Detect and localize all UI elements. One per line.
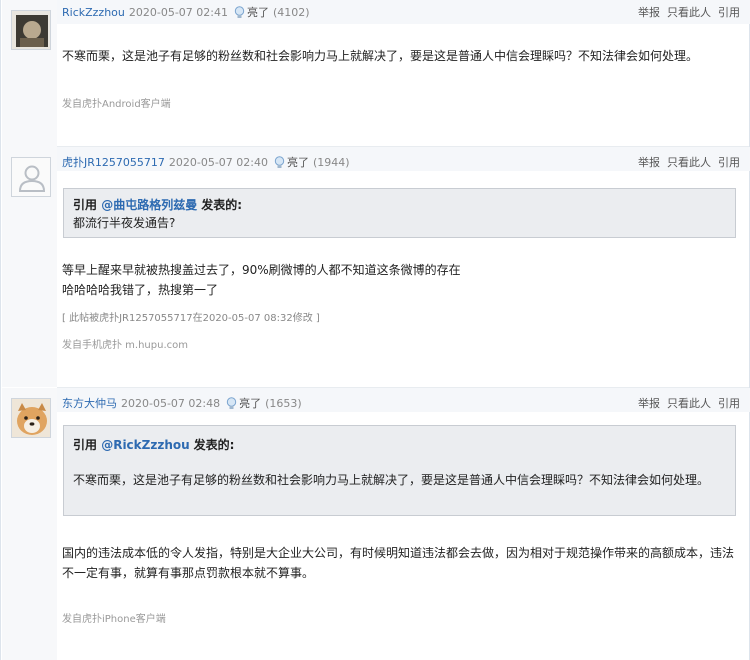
light-button[interactable]: 亮了 [234, 6, 269, 19]
username-link[interactable]: RickZzzhou [62, 6, 125, 19]
light-bulb-icon [226, 397, 237, 416]
avatar[interactable] [11, 157, 51, 197]
light-button[interactable]: 亮了 [274, 156, 309, 169]
quote-button[interactable]: 引用 [718, 397, 740, 410]
quoted-user-link[interactable]: @RickZzzhou [101, 438, 189, 452]
quote-suffix: 发表的: [201, 198, 243, 212]
post-actions: 举报 只看此人 引用 [631, 154, 740, 172]
client-source[interactable]: 发自手机虎扑 m.hupu.com [62, 336, 188, 351]
post-actions: 举报 只看此人 引用 [631, 395, 740, 413]
quote-text: 不寒而栗，这是池子有足够的粉丝数和社会影响力马上就解决了，要是这是普通人中信会理… [73, 473, 710, 487]
quote-block: 引用 @RickZzzhou 发表的: 不寒而栗，这是池子有足够的粉丝数和社会影响… [63, 425, 736, 516]
quote-prefix: 引用 [73, 198, 98, 212]
post-content: 国内的违法成本低的令人发指，特别是大企业大公司，有时候明知道违法都会去做，因为相… [62, 543, 738, 583]
quote-block: 引用 @曲屯路格列兹曼 发表的: 都流行半夜发通告? [63, 188, 736, 238]
avatar[interactable] [11, 398, 51, 438]
post-actions: 举报 只看此人 引用 [631, 4, 740, 22]
report-button[interactable]: 举报 [638, 156, 660, 169]
client-source[interactable]: 发自虎扑Android客户端 [62, 95, 171, 110]
quoted-user-link[interactable]: @曲屯路格列兹曼 [101, 198, 197, 212]
quote-suffix: 发表的: [193, 438, 235, 452]
avatar-image [12, 11, 50, 49]
quote-button[interactable]: 引用 [718, 156, 740, 169]
content-line: 哈哈哈哈我错了，热搜第一了 [62, 283, 219, 297]
light-bulb-icon [274, 156, 285, 175]
only-this-user-button[interactable]: 只看此人 [667, 156, 711, 169]
post-time: 2020-05-07 02:48 [121, 397, 221, 410]
light-count: (1653) [265, 397, 302, 410]
post-time: 2020-05-07 02:41 [128, 6, 228, 19]
light-label: 亮了 [287, 156, 309, 169]
content-line: 不一定有事，就算有事那点罚款根本就不算事。 [62, 566, 315, 580]
client-source[interactable]: 发自虎扑iPhone客户端 [62, 610, 166, 625]
only-this-user-button[interactable]: 只看此人 [667, 6, 711, 19]
reply-list: RickZzzhou 2020-05-07 02:41 亮了 (4102) 举报 只看此… [0, 0, 750, 660]
light-label: 亮了 [247, 6, 269, 19]
post-1: RickZzzhou 2020-05-07 02:41 亮了 (4102) 举报 只看此… [2, 0, 750, 148]
content-line: 等早上醒来早就被热搜盖过去了，90%刷微博的人都不知道这条微博的存在 [62, 263, 461, 277]
post-2: 虎扑JR1257055717 2020-05-07 02:40 亮了 (1944) 举… [2, 147, 750, 387]
post-meta: 东方大仲马 2020-05-07 02:48 亮了 (1653) [62, 395, 302, 413]
report-button[interactable]: 举报 [638, 397, 660, 410]
username-link[interactable]: 虎扑JR1257055717 [62, 156, 165, 169]
light-count: (4102) [273, 6, 310, 19]
light-button[interactable]: 亮了 [226, 397, 261, 410]
light-count: (1944) [313, 156, 350, 169]
avatar-image [12, 399, 50, 437]
only-this-user-button[interactable]: 只看此人 [667, 397, 711, 410]
default-avatar-icon [12, 158, 50, 196]
quote-header: 引用 @曲屯路格列兹曼 发表的: [73, 196, 242, 213]
quote-header: 引用 @RickZzzhou 发表的: [73, 436, 234, 453]
post-meta: 虎扑JR1257055717 2020-05-07 02:40 亮了 (1944) [62, 154, 350, 172]
quote-text: 都流行半夜发通告? [73, 216, 176, 230]
post-content: 等早上醒来早就被热搜盖过去了，90%刷微博的人都不知道这条微博的存在 哈哈哈哈我… [62, 260, 738, 300]
post-content: 不寒而栗，这是池子有足够的粉丝数和社会影响力马上就解决了，要是这是普通人中信会理… [62, 49, 699, 63]
content-line: 国内的违法成本低的令人发指，特别是大企业大公司，有时候明知道违法都会去做，因为相… [62, 546, 735, 560]
light-bulb-icon [234, 6, 245, 25]
avatar[interactable] [11, 10, 51, 50]
report-button[interactable]: 举报 [638, 6, 660, 19]
light-label: 亮了 [239, 397, 262, 410]
username-link[interactable]: 东方大仲马 [62, 397, 117, 410]
post-3: 东方大仲马 2020-05-07 02:48 亮了 (1653) 举报 只看此人 引用 引… [2, 388, 750, 660]
post-time: 2020-05-07 02:40 [168, 156, 268, 169]
quote-prefix: 引用 [73, 438, 98, 452]
post-meta: RickZzzhou 2020-05-07 02:41 亮了 (4102) [62, 4, 310, 22]
quote-button[interactable]: 引用 [718, 6, 740, 19]
edit-note: [ 此帖被虎扑JR1257055717在2020-05-07 08:32修改 ] [62, 313, 320, 324]
